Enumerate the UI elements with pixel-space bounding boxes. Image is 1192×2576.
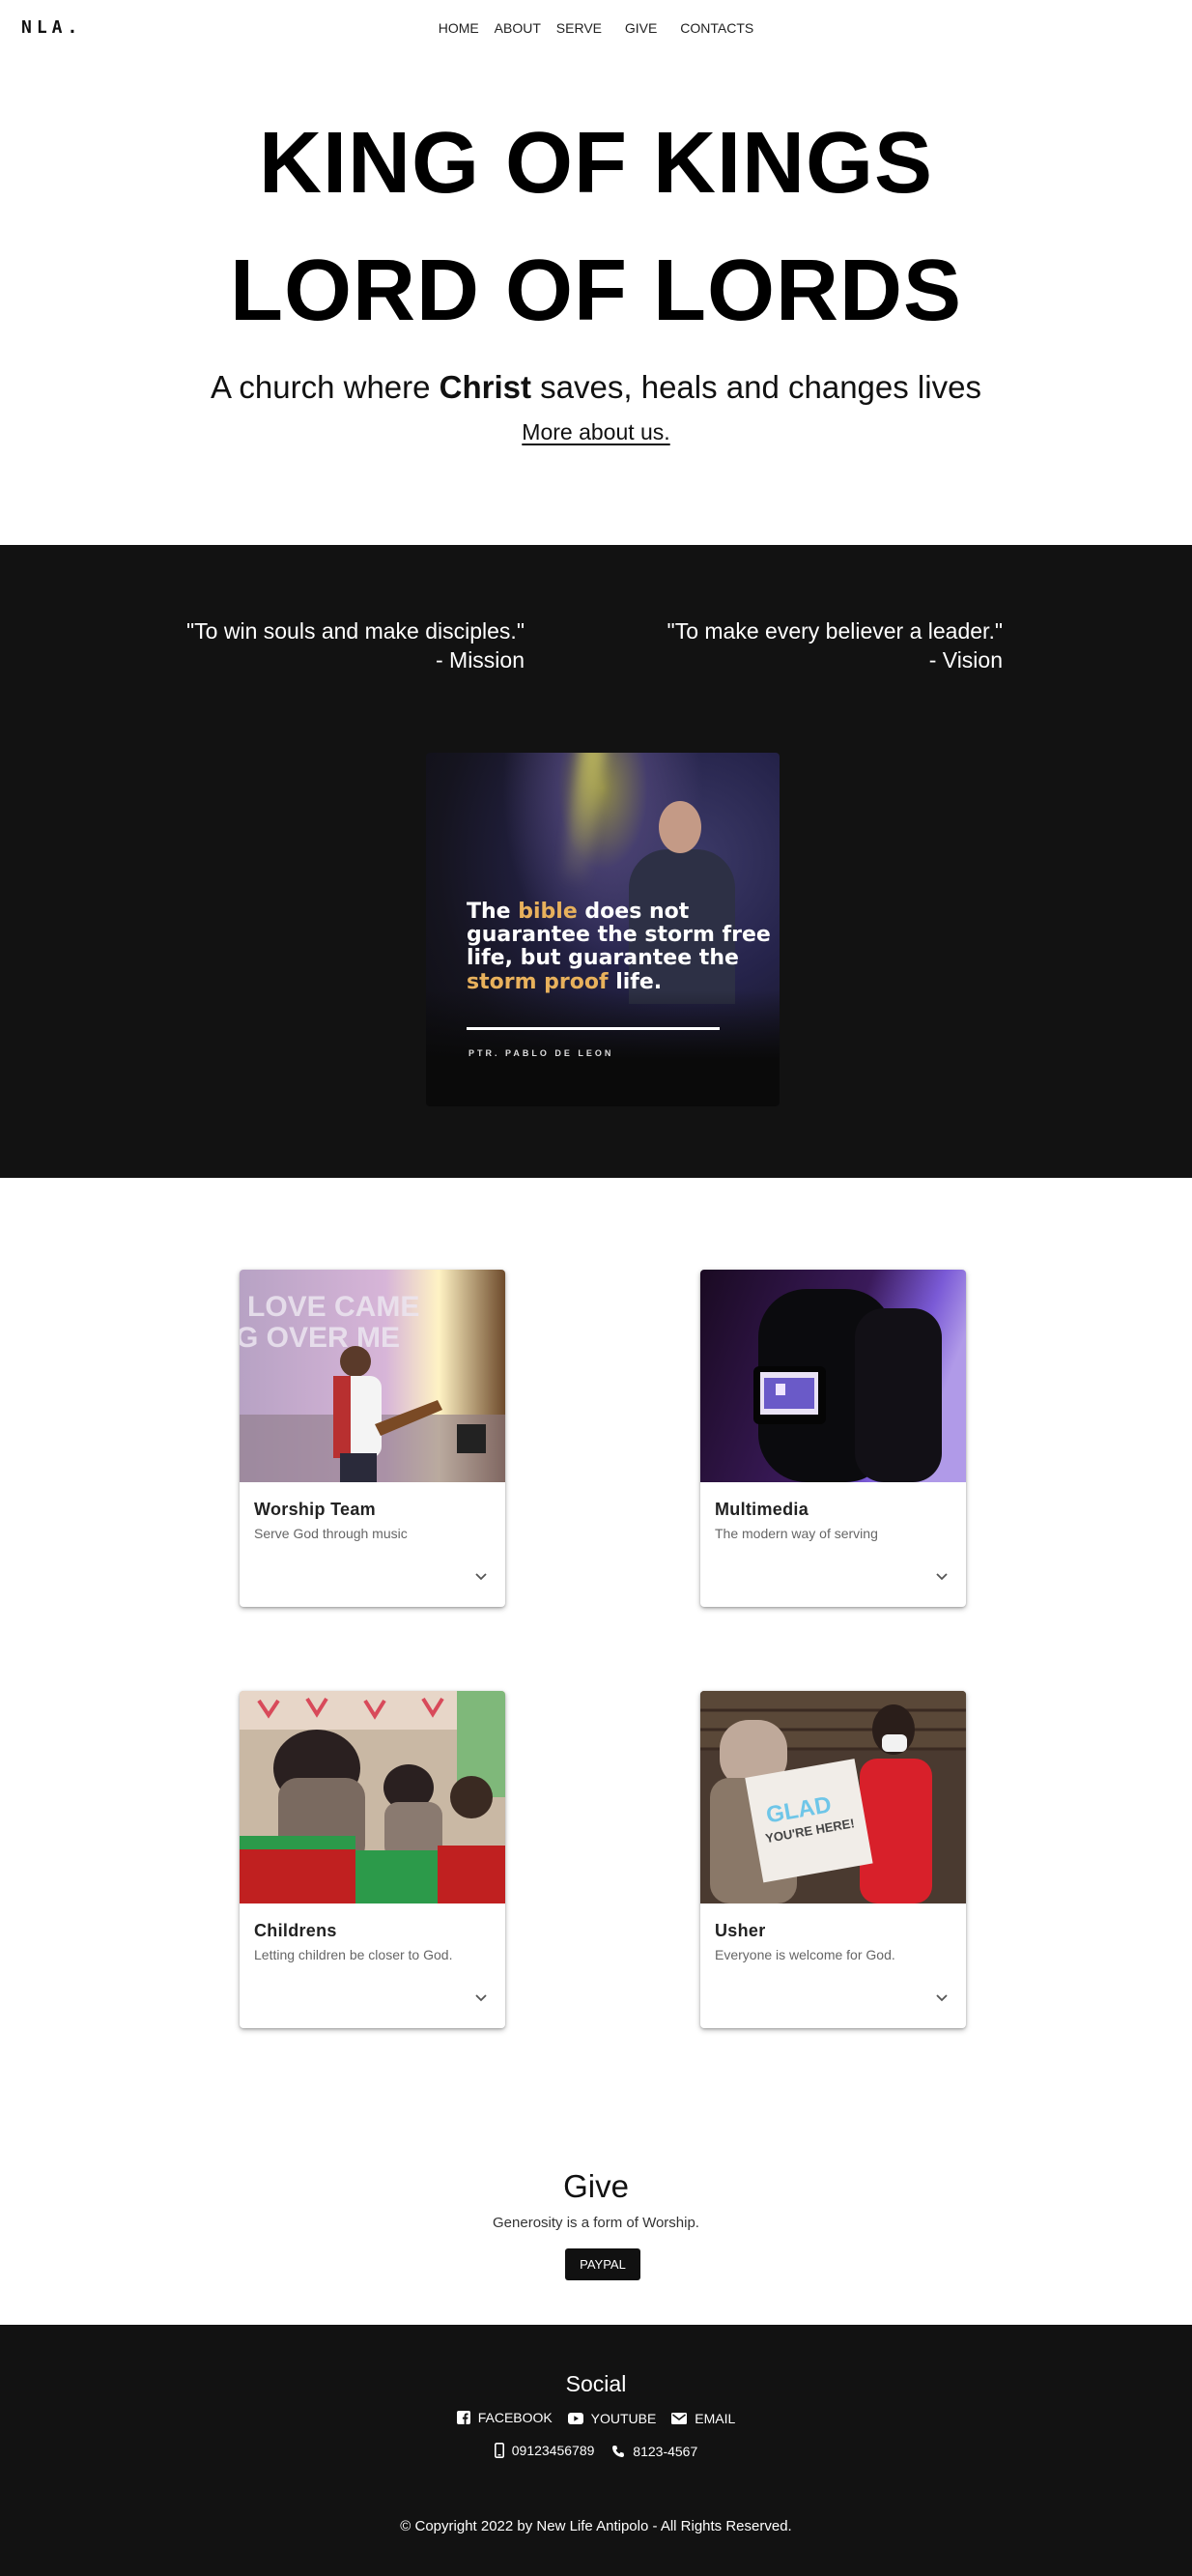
vision-quote: "To make every believer a leader.": [667, 618, 1003, 644]
mobile-number: 09123456789: [511, 2443, 595, 2458]
email-label: EMAIL: [695, 2411, 736, 2426]
top-nav: NLA. HOME ABOUT SERVE GIVE CONTACTS: [0, 0, 1192, 56]
poster-divider: [467, 1027, 720, 1030]
card-subtitle: Everyone is welcome for God.: [715, 1947, 895, 1962]
nav-give[interactable]: GIVE: [625, 20, 657, 36]
hero-tagline: A church where Christ saves, heals and c…: [0, 369, 1192, 406]
nav-about[interactable]: ABOUT: [495, 20, 541, 36]
mission-statement: "To win souls and make disciples." - Mis…: [186, 617, 525, 675]
mission-label: - Mission: [435, 646, 525, 673]
more-about-link[interactable]: More about us.: [522, 419, 669, 444]
email-link[interactable]: EMAIL: [671, 2411, 735, 2426]
card-subtitle: Letting children be closer to God.: [254, 1947, 453, 1962]
facebook-link[interactable]: FACEBOOK: [456, 2410, 553, 2425]
card-multimedia[interactable]: Multimedia The modern way of serving: [700, 1270, 966, 1607]
tagline-before: A church where: [211, 369, 440, 405]
card-title: Usher: [715, 1921, 766, 1940]
svg-text:LOVE CAME: LOVE CAME: [247, 1291, 419, 1323]
facebook-label: FACEBOOK: [477, 2410, 553, 2425]
landline-contact[interactable]: 8123-4567: [611, 2444, 697, 2459]
card-subtitle: Serve God through music: [254, 1526, 408, 1541]
childrens-image: [240, 1691, 505, 1903]
poster-text-3: life.: [608, 969, 663, 994]
give-title: Give: [563, 2168, 629, 2204]
tagline-after: saves, heals and changes lives: [531, 369, 981, 405]
chevron-down-icon[interactable]: [934, 1990, 950, 2006]
svg-text:G OVER ME: G OVER ME: [240, 1322, 400, 1354]
mission-vision-section: "To win souls and make disciples." - Mis…: [0, 545, 1192, 1178]
phone-icon: [612, 2446, 625, 2457]
vision-label: - Vision: [928, 646, 1003, 673]
facebook-icon: [456, 2411, 470, 2424]
chevron-down-icon[interactable]: [473, 1990, 489, 2006]
card-title: Multimedia: [715, 1500, 809, 1519]
chevron-down-icon[interactable]: [473, 1569, 489, 1585]
vision-statement: "To make every believer a leader." - Vis…: [667, 617, 1003, 675]
footer: Social FACEBOOK YOUTUBE EMAIL 0912345678…: [0, 2325, 1192, 2576]
paypal-button[interactable]: PAYPAL: [565, 2248, 640, 2280]
more-about-wrapper: More about us.: [0, 419, 1192, 445]
copyright: © Copyright 2022 by New Life Antipolo - …: [400, 2518, 792, 2534]
social-title: Social: [565, 2371, 627, 2396]
card-title: Childrens: [254, 1921, 337, 1940]
email-icon: [671, 2413, 688, 2424]
tagline-bold: Christ: [439, 369, 531, 405]
chevron-down-icon[interactable]: [934, 1569, 950, 1585]
usher-image: GLAD YOU'RE HERE!: [700, 1691, 966, 1903]
mission-quote: "To win souls and make disciples.": [186, 618, 525, 644]
card-title: Worship Team: [254, 1500, 376, 1519]
youtube-icon: [567, 2413, 583, 2424]
stage-light: [560, 753, 607, 890]
youtube-link[interactable]: YOUTUBE: [567, 2411, 657, 2426]
quote-poster-image: The bible does not guarantee the storm f…: [426, 753, 780, 1106]
card-usher[interactable]: GLAD YOU'RE HERE! Usher Everyone is welc…: [700, 1691, 966, 2028]
poster-author: PTR. PABLO DE LEON: [468, 1048, 614, 1058]
poster-highlight-2: storm proof: [467, 969, 609, 994]
nav-home[interactable]: HOME: [439, 20, 479, 36]
youtube-label: YOUTUBE: [590, 2411, 657, 2426]
pastor-head: [659, 801, 701, 853]
worship-team-image: LOVE CAME G OVER ME: [240, 1270, 505, 1482]
poster-text-1: The: [467, 900, 519, 924]
contact-numbers: 09123456789 8123-4567: [0, 2443, 1192, 2461]
poster-highlight-1: bible: [518, 900, 578, 924]
social-links: FACEBOOK YOUTUBE EMAIL: [0, 2410, 1192, 2427]
phone-number: 8123-4567: [633, 2444, 698, 2459]
mobile-contact[interactable]: 09123456789: [494, 2443, 595, 2458]
nav-links: HOME ABOUT SERVE GIVE CONTACTS: [0, 20, 1192, 36]
nav-serve[interactable]: SERVE: [556, 20, 602, 36]
nav-contacts[interactable]: CONTACTS: [680, 20, 753, 36]
card-subtitle: The modern way of serving: [715, 1526, 878, 1541]
card-childrens[interactable]: Childrens Letting children be closer to …: [240, 1691, 505, 2028]
hero-title-line-1: KING OF KINGS: [258, 115, 934, 212]
card-worship-team[interactable]: LOVE CAME G OVER ME Worship Team Serve G…: [240, 1270, 505, 1607]
mobile-phone-icon: [494, 2443, 504, 2458]
multimedia-image: [700, 1270, 966, 1482]
give-subtitle: Generosity is a form of Worship.: [493, 2215, 699, 2231]
poster-quote: The bible does not guarantee the storm f…: [467, 900, 780, 994]
hero-title-line-2: LORD OF LORDS: [230, 243, 962, 339]
